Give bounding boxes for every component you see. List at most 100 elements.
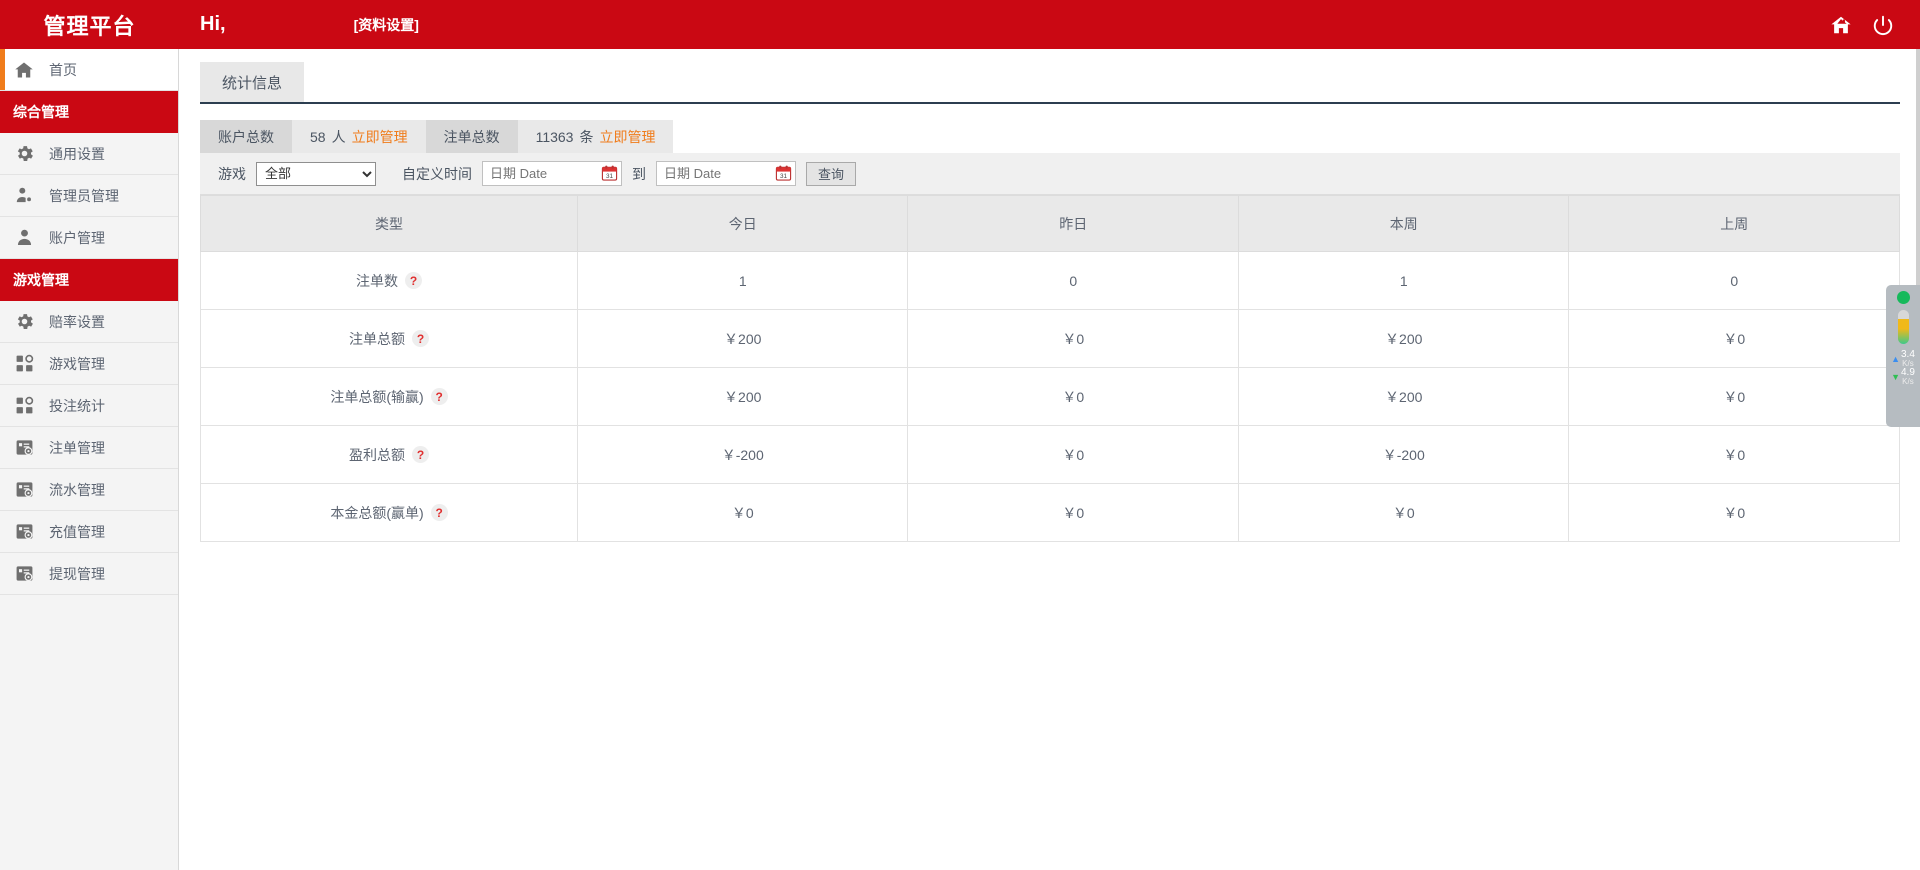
stat-label-accounts: 账户总数 xyxy=(200,120,292,153)
sidebar-item-label: 提现管理 xyxy=(49,564,105,584)
stat-number-orders: 11363 xyxy=(536,129,574,145)
sidebar-item-label: 流水管理 xyxy=(49,480,105,500)
manage-orders-link[interactable]: 立即管理 xyxy=(599,127,655,147)
row-this-week-value: 1 xyxy=(1238,252,1569,310)
home-icon xyxy=(13,59,35,81)
status-indicator-dot xyxy=(1897,291,1910,304)
help-icon[interactable]: ? xyxy=(431,388,448,405)
table-row: 注单总额 ? ￥200 ￥0 ￥200 ￥0 xyxy=(201,310,1900,368)
row-this-week-value: ￥0 xyxy=(1238,484,1569,542)
sidebar-item-label: 充值管理 xyxy=(49,522,105,542)
sidebar-item-order-management[interactable]: 注单管理 xyxy=(0,427,178,469)
sidebar-item-label: 管理员管理 xyxy=(49,186,119,206)
upload-speed-row: ▲ 3.4 K/s xyxy=(1886,350,1920,368)
column-header-last-week: 上周 xyxy=(1569,196,1900,252)
row-type-label: 本金总额(赢单) xyxy=(330,503,423,523)
sidebar-item-general-settings[interactable]: 通用设置 xyxy=(0,133,178,175)
stat-value-accounts: 58 人 立即管理 xyxy=(292,120,426,153)
sidebar-group-title-game: 游戏管理 xyxy=(0,259,178,301)
arrow-up-icon: ▲ xyxy=(1891,355,1900,364)
row-this-week-value: ￥200 xyxy=(1238,368,1569,426)
power-icon[interactable] xyxy=(1872,14,1894,36)
svg-text:31: 31 xyxy=(780,173,788,180)
user-icon xyxy=(13,227,35,249)
row-last-week-value: 0 xyxy=(1569,252,1900,310)
calendar-icon[interactable]: 31 xyxy=(601,164,618,182)
record-icon xyxy=(13,479,35,501)
game-filter-label: 游戏 xyxy=(218,164,246,184)
manage-accounts-link[interactable]: 立即管理 xyxy=(352,127,408,147)
grid-icon xyxy=(13,353,35,375)
sidebar-item-home[interactable]: 首页 xyxy=(0,49,178,91)
header-actions xyxy=(1830,14,1920,36)
sidebar-item-account-management[interactable]: 账户管理 xyxy=(0,217,178,259)
sidebar-item-recharge-management[interactable]: 充值管理 xyxy=(0,511,178,553)
sidebar-item-withdraw-management[interactable]: 提现管理 xyxy=(0,553,178,595)
row-today-value: ￥200 xyxy=(577,368,908,426)
stat-label-orders: 注单总数 xyxy=(426,120,518,153)
row-today-value: ￥200 xyxy=(577,310,908,368)
query-button[interactable]: 查询 xyxy=(806,162,856,186)
statistics-table: 类型 今日 昨日 本周 上周 注单数 ? 1 0 1 0 xyxy=(200,195,1900,542)
sidebar-item-odds-settings[interactable]: 赔率设置 xyxy=(0,301,178,343)
help-icon[interactable]: ? xyxy=(412,446,429,463)
record-icon xyxy=(13,437,35,459)
sidebar-item-admin-management[interactable]: 管理员管理 xyxy=(0,175,178,217)
sidebar-group-title-comprehensive: 综合管理 xyxy=(0,91,178,133)
sidebar-item-flow-management[interactable]: 流水管理 xyxy=(0,469,178,511)
help-icon[interactable]: ? xyxy=(405,272,422,289)
sidebar-item-label: 首页 xyxy=(49,60,77,80)
row-last-week-value: ￥0 xyxy=(1569,484,1900,542)
stat-number-accounts: 58 xyxy=(310,129,326,145)
column-header-yesterday: 昨日 xyxy=(908,196,1239,252)
table-row: 注单总额(输赢) ? ￥200 ￥0 ￥200 ￥0 xyxy=(201,368,1900,426)
row-type-label: 注单数 xyxy=(356,271,398,291)
top-header: 管理平台 Hi, [资料设置] xyxy=(0,0,1920,49)
summary-stats-bar: 账户总数 58 人 立即管理 注单总数 11363 条 立即管理 xyxy=(200,120,1900,153)
row-type-label: 注单总额(输赢) xyxy=(330,387,423,407)
calendar-icon[interactable]: 31 xyxy=(775,164,792,182)
sidebar-item-label: 注单管理 xyxy=(49,438,105,458)
main-content: 统计信息 账户总数 58 人 立即管理 注单总数 11363 条 立即管理 游戏… xyxy=(180,49,1920,870)
row-last-week-value: ￥0 xyxy=(1569,310,1900,368)
row-yesterday-value: 0 xyxy=(908,252,1239,310)
greeting-text: Hi, xyxy=(200,13,226,36)
sidebar-item-label: 账户管理 xyxy=(49,228,105,248)
table-row: 注单数 ? 1 0 1 0 xyxy=(201,252,1900,310)
network-speed-widget[interactable]: ▲ 3.4 K/s ▼ 4.9 K/s xyxy=(1886,285,1920,427)
row-type-cell: 盈利总额 ? xyxy=(201,426,578,484)
help-icon[interactable]: ? xyxy=(431,504,448,521)
row-last-week-value: ￥0 xyxy=(1569,368,1900,426)
download-speed-row: ▼ 4.9 K/s xyxy=(1886,368,1920,386)
greeting-block: Hi, [资料设置] xyxy=(200,13,419,36)
sidebar-item-label: 通用设置 xyxy=(49,144,105,164)
gear-icon xyxy=(13,311,35,333)
filter-bar: 游戏 全部 自定义时间 31 到 31 查询 xyxy=(200,153,1900,195)
game-select[interactable]: 全部 xyxy=(256,162,376,186)
stat-unit-orders: 条 xyxy=(579,127,593,147)
stat-unit-accounts: 人 xyxy=(332,127,346,147)
home-icon[interactable] xyxy=(1830,14,1852,36)
row-today-value: 1 xyxy=(577,252,908,310)
row-yesterday-value: ￥0 xyxy=(908,368,1239,426)
brand-title: 管理平台 xyxy=(0,0,179,49)
row-type-cell: 注单总额(输赢) ? xyxy=(201,368,578,426)
row-today-value: ￥0 xyxy=(577,484,908,542)
tab-statistics[interactable]: 统计信息 xyxy=(200,62,304,104)
row-this-week-value: ￥200 xyxy=(1238,310,1569,368)
column-header-today: 今日 xyxy=(577,196,908,252)
tab-bar: 统计信息 xyxy=(200,64,1900,104)
date-to-wrapper: 31 xyxy=(656,161,796,186)
sidebar-item-bet-statistics[interactable]: 投注统计 xyxy=(0,385,178,427)
row-type-cell: 注单总额 ? xyxy=(201,310,578,368)
column-header-type: 类型 xyxy=(201,196,578,252)
row-yesterday-value: ￥0 xyxy=(908,426,1239,484)
date-from-wrapper: 31 xyxy=(482,161,622,186)
sidebar-item-label: 游戏管理 xyxy=(49,354,105,374)
table-header: 类型 今日 昨日 本周 上周 xyxy=(201,196,1900,252)
row-today-value: ￥-200 xyxy=(577,426,908,484)
profile-settings-link[interactable]: [资料设置] xyxy=(354,15,419,35)
sidebar-item-game-management[interactable]: 游戏管理 xyxy=(0,343,178,385)
help-icon[interactable]: ? xyxy=(412,330,429,347)
row-yesterday-value: ￥0 xyxy=(908,310,1239,368)
